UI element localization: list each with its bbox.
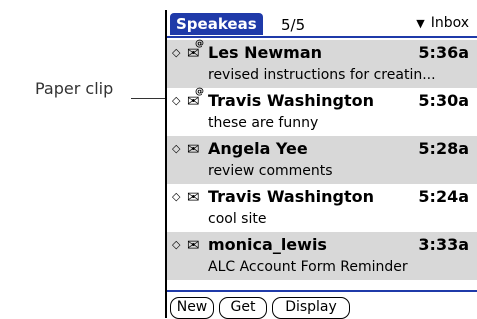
message-subject: cool site: [208, 211, 267, 227]
message-time: 5:30a: [418, 91, 469, 110]
bottom-divider: [167, 290, 477, 292]
folder-dropdown[interactable]: ▼ Inbox: [416, 13, 469, 34]
paper-clip-callout: Paper clip: [35, 79, 114, 98]
message-sender: Les Newman: [208, 43, 323, 62]
message-subject: review comments: [208, 163, 333, 179]
message-sender: Travis Washington: [208, 187, 374, 206]
message-sender: Angela Yee: [208, 139, 308, 158]
message-subject: ALC Account Form Reminder: [208, 259, 408, 275]
envelope-icon: ✉: [187, 188, 200, 206]
message-row[interactable]: ◇ ✉ Travis Washington 5:24a cool site: [167, 184, 477, 232]
message-time: 5:24a: [418, 187, 469, 206]
message-row[interactable]: ◇ ✉ @ Les Newman 5:36a revised instructi…: [167, 39, 477, 88]
envelope-icon: ✉: [187, 140, 200, 158]
unread-diamond-icon: ◇: [172, 142, 181, 155]
dropdown-triangle-icon: ▼: [416, 17, 425, 30]
paper-clip-icon: @: [195, 39, 204, 49]
unread-diamond-icon: ◇: [172, 46, 181, 59]
paper-clip-icon: @: [195, 87, 204, 97]
message-time: 5:36a: [418, 43, 469, 62]
message-row[interactable]: ◇ ✉ Angela Yee 5:28a review comments: [167, 136, 477, 184]
message-subject: these are funny: [208, 115, 319, 131]
message-time: 5:28a: [418, 139, 469, 158]
message-list: ◇ ✉ @ Les Newman 5:36a revised instructi…: [167, 39, 477, 280]
envelope-icon: ✉: [187, 236, 200, 254]
unread-diamond-icon: ◇: [172, 94, 181, 107]
app-title-tab[interactable]: Speakeas: [170, 13, 263, 35]
message-time: 3:33a: [418, 235, 469, 254]
new-button[interactable]: New: [170, 297, 214, 319]
folder-label: Inbox: [430, 15, 469, 31]
display-button[interactable]: Display: [272, 297, 350, 319]
title-bar: Speakeas 5/5 ▼ Inbox: [167, 10, 477, 38]
get-button[interactable]: Get: [219, 297, 267, 319]
message-subject: revised instructions for creatin...: [208, 67, 436, 83]
message-row[interactable]: ◇ ✉ @ Travis Washington 5:30a these are …: [167, 87, 477, 136]
inbox-screen: Speakeas 5/5 ▼ Inbox ◇ ✉ @ Les Newman 5:3…: [165, 10, 477, 319]
message-count: 5/5: [281, 16, 306, 34]
message-sender: monica_lewis: [208, 235, 327, 254]
message-row[interactable]: ◇ ✉ monica_lewis 3:33a ALC Account Form …: [167, 232, 477, 280]
message-sender: Travis Washington: [208, 91, 374, 110]
unread-diamond-icon: ◇: [172, 190, 181, 203]
unread-diamond-icon: ◇: [172, 238, 181, 251]
